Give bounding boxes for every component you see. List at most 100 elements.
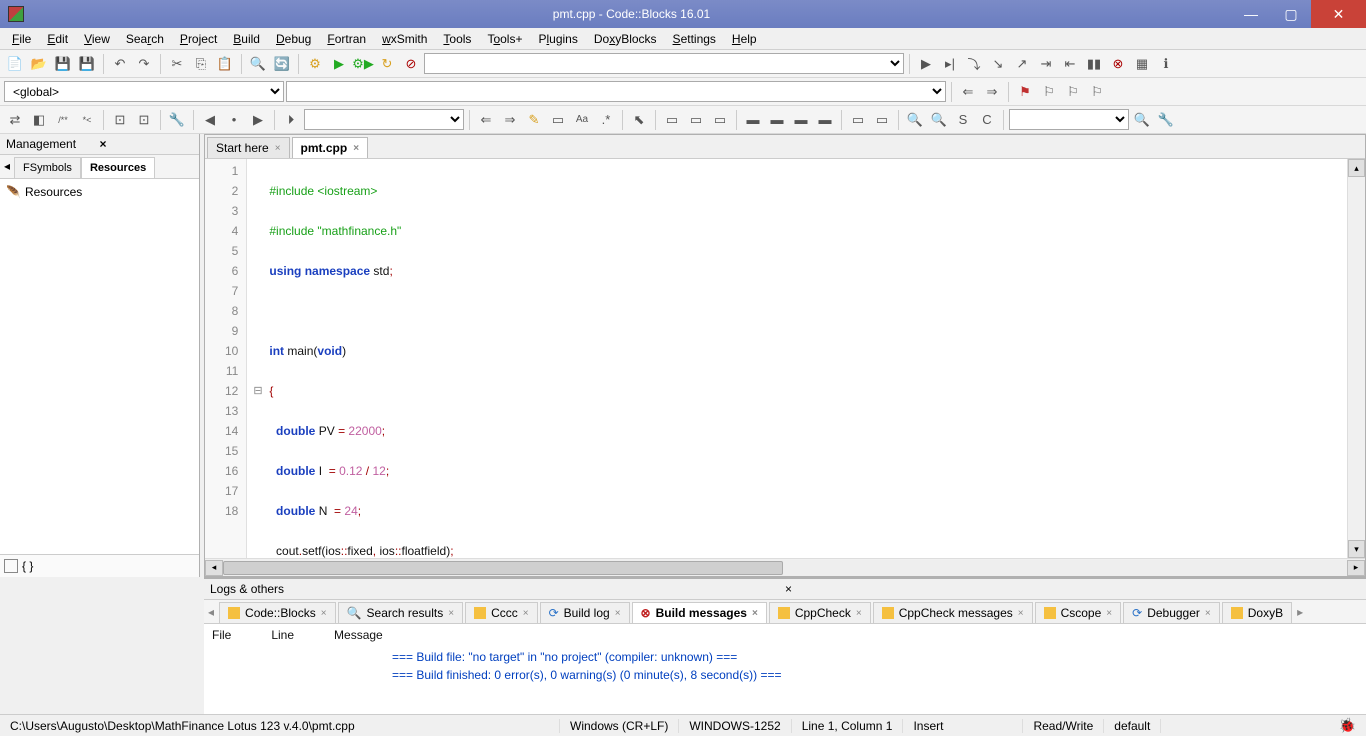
last-jump-icon[interactable]: ⏵ [280, 109, 302, 131]
highlight-icon[interactable]: ✎ [523, 109, 545, 131]
logs-tab-right-icon[interactable]: ▸ [1293, 603, 1307, 621]
next-instr-icon[interactable]: ⇥ [1035, 53, 1057, 75]
step-into-icon[interactable]: ↘ [987, 53, 1009, 75]
log-tab-buildlog[interactable]: ⟳Build log× [540, 602, 630, 623]
menu-view[interactable]: View [76, 30, 118, 48]
menu-help[interactable]: Help [724, 30, 765, 48]
log-tab-buildmsg[interactable]: ⊗Build messages× [632, 602, 767, 623]
toggle-source-icon[interactable]: ⇄ [4, 109, 26, 131]
bookmark-toggle-icon[interactable]: ⚑ [1014, 81, 1036, 103]
menu-doxyblocks[interactable]: DoxyBlocks [586, 30, 665, 48]
bookmark-prev-icon[interactable]: ⚐ [1038, 81, 1060, 103]
debug-continue-icon[interactable]: ▶ [915, 53, 937, 75]
back-jump-icon[interactable]: ⇐ [957, 81, 979, 103]
mgmt-icon-1[interactable] [4, 559, 18, 573]
menu-wxsmith[interactable]: wxSmith [374, 30, 435, 48]
menu-project[interactable]: Project [172, 30, 225, 48]
log-tab-doxy[interactable]: DoxyB [1222, 602, 1292, 623]
management-close-icon[interactable]: × [100, 137, 194, 151]
debug-windows-icon[interactable]: ▦ [1131, 53, 1153, 75]
log-tab-cppcheck[interactable]: CppCheck× [769, 602, 871, 623]
log-body[interactable]: File Line Message === Build file: "no ta… [204, 624, 1366, 714]
logs-close-icon[interactable]: × [785, 582, 1360, 596]
sel3-icon[interactable]: ▭ [709, 109, 731, 131]
build-run-icon[interactable]: ⚙▶ [352, 53, 374, 75]
scope-combo[interactable]: <global> [4, 81, 284, 102]
forward-jump-icon[interactable]: ⇒ [981, 81, 1003, 103]
menu-settings[interactable]: Settings [665, 30, 724, 48]
nav-fwd-icon[interactable]: ▶ [247, 109, 269, 131]
tab-pmt-cpp[interactable]: pmt.cpp × [292, 137, 369, 158]
horizontal-scrollbar[interactable]: ◂ ▸ [205, 558, 1365, 576]
undo-icon[interactable]: ↶ [109, 53, 131, 75]
diff-icon[interactable]: ◧ [28, 109, 50, 131]
code-content[interactable]: #include <iostream> #include "mathfinanc… [265, 159, 1347, 558]
letter-c-icon[interactable]: C [976, 109, 998, 131]
code-editor[interactable]: 123456789101112131415161718 #include <io… [205, 159, 1365, 558]
sel2-icon[interactable]: ▭ [685, 109, 707, 131]
management-tree[interactable]: 🪶 Resources [0, 179, 199, 554]
paste-icon[interactable]: 📋 [214, 53, 236, 75]
mgmt-tab-left-icon[interactable]: ◂ [0, 155, 14, 178]
menu-file[interactable]: File [4, 30, 39, 48]
letter-s-icon[interactable]: S [952, 109, 974, 131]
stop-debug-icon[interactable]: ⊗ [1107, 53, 1129, 75]
log-tab-debugger[interactable]: ⟳Debugger× [1123, 602, 1220, 623]
block1-icon[interactable]: ▬ [742, 109, 764, 131]
cut-icon[interactable]: ✂ [166, 53, 188, 75]
fold-margin[interactable] [247, 159, 265, 558]
save-all-icon[interactable]: 💾 [76, 53, 98, 75]
vertical-scrollbar[interactable]: ▴▾ [1347, 159, 1365, 558]
jump-combo[interactable] [304, 109, 464, 130]
cursor-icon[interactable]: ⬉ [628, 109, 650, 131]
bookmark-next-icon[interactable]: ⚐ [1062, 81, 1084, 103]
redo-icon[interactable]: ↷ [133, 53, 155, 75]
save-icon[interactable]: 💾 [52, 53, 74, 75]
select-icon[interactable]: ▭ [661, 109, 683, 131]
block2-icon[interactable]: ▬ [766, 109, 788, 131]
doc2-icon[interactable]: ⊡ [133, 109, 155, 131]
step-over-icon[interactable]: ⤵ [963, 53, 985, 75]
close-button[interactable]: ✕ [1311, 0, 1366, 28]
close-tab-icon[interactable]: × [275, 143, 281, 154]
menu-plugins[interactable]: Plugins [530, 30, 585, 48]
arrow-left-icon[interactable]: ⇐ [475, 109, 497, 131]
run-to-cursor-icon[interactable]: ▸| [939, 53, 961, 75]
nav-back-icon[interactable]: ◀ [199, 109, 221, 131]
zoom-out-icon[interactable]: 🔍 [928, 109, 950, 131]
menu-fortran[interactable]: Fortran [319, 30, 374, 48]
regex-icon[interactable]: .* [595, 109, 617, 131]
rect2-icon[interactable]: ▭ [871, 109, 893, 131]
run-icon[interactable]: ▶ [328, 53, 350, 75]
open-file-icon[interactable]: 📂 [28, 53, 50, 75]
search-go-icon[interactable]: 🔍 [1131, 109, 1153, 131]
mgmt-tab-fsymbols[interactable]: FSymbols [14, 157, 81, 178]
match-case-icon[interactable]: Aa [571, 109, 593, 131]
bug-icon[interactable]: 🐞 [1339, 717, 1356, 734]
info-icon[interactable]: ℹ [1155, 53, 1177, 75]
bookmark-clear-icon[interactable]: ⚐ [1086, 81, 1108, 103]
menu-tools[interactable]: Tools [435, 30, 479, 48]
doc-icon[interactable]: ⊡ [109, 109, 131, 131]
rebuild-icon[interactable]: ↻ [376, 53, 398, 75]
step-instr-icon[interactable]: ⇤ [1059, 53, 1081, 75]
logs-tab-left-icon[interactable]: ◂ [204, 603, 218, 621]
abort-icon[interactable]: ⊘ [400, 53, 422, 75]
menu-search[interactable]: Search [118, 30, 172, 48]
build-target-combo[interactable] [424, 53, 904, 74]
arrow-right-icon[interactable]: ⇒ [499, 109, 521, 131]
find-icon[interactable]: 🔍 [247, 53, 269, 75]
log-tab-cscope[interactable]: Cscope× [1035, 602, 1122, 623]
rect1-icon[interactable]: ▭ [847, 109, 869, 131]
block3-icon[interactable]: ▬ [790, 109, 812, 131]
new-file-icon[interactable]: 📄 [4, 53, 26, 75]
menu-edit[interactable]: Edit [39, 30, 76, 48]
log-tab-cppcheckmsg[interactable]: CppCheck messages× [873, 602, 1033, 623]
mgmt-tab-resources[interactable]: Resources [81, 157, 155, 178]
tab-start-here[interactable]: Start here × [207, 137, 290, 158]
zoom-in-icon[interactable]: 🔍 [904, 109, 926, 131]
log-tab-codeblocks[interactable]: Code::Blocks× [219, 602, 336, 623]
comment-block-icon[interactable]: *< [76, 109, 98, 131]
wrench-icon[interactable]: 🔧 [166, 109, 188, 131]
symbol-combo[interactable] [286, 81, 946, 102]
